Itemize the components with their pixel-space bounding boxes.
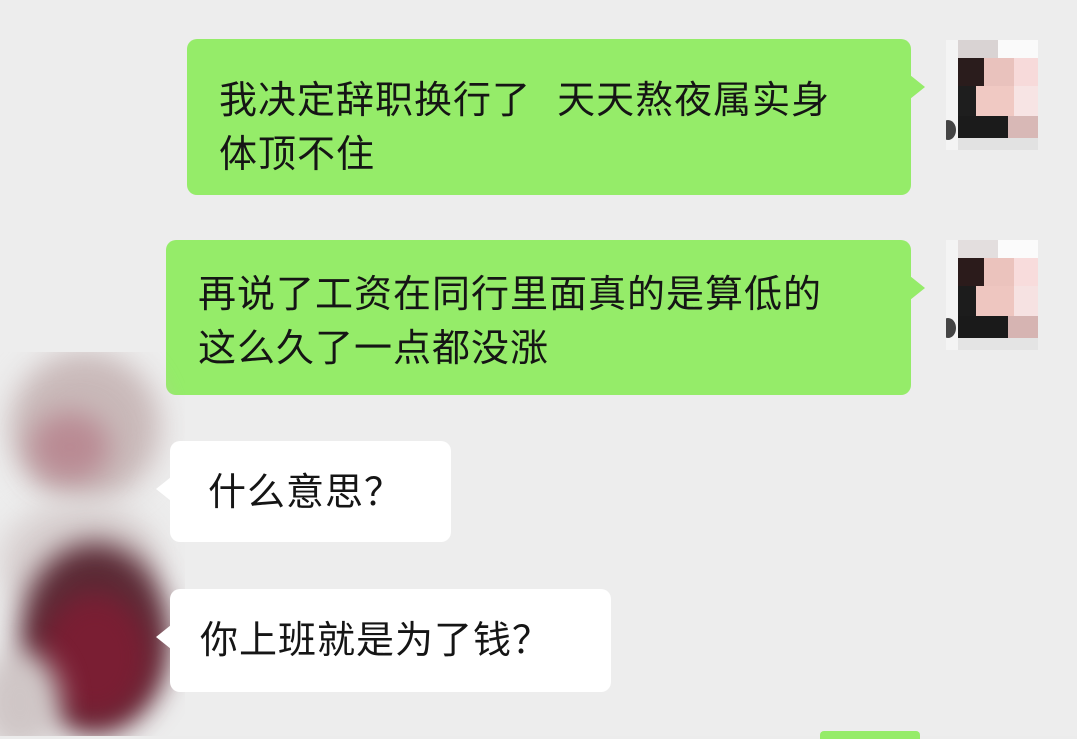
contact-avatar[interactable] bbox=[0, 352, 185, 736]
message-bubble-outgoing[interactable]: 再说了工资在同行里面真的是算低的 这么久了一点都没涨 bbox=[166, 240, 925, 395]
message-bubble-incoming[interactable]: 什么意思？ bbox=[156, 441, 451, 542]
message-bubble-incoming[interactable]: 你上班就是为了钱？ bbox=[156, 589, 611, 692]
self-avatar[interactable] bbox=[946, 240, 1038, 350]
message-bubble-partial bbox=[820, 731, 920, 739]
message-bubble-outgoing[interactable]: 我决定辞职换行了 天天熬夜属实身 体顶不住 bbox=[187, 39, 925, 195]
self-avatar[interactable] bbox=[946, 40, 1038, 150]
chat-area: 我决定辞职换行了 天天熬夜属实身 体顶不住 再说了工资在同行里面真的是算低的 这… bbox=[0, 0, 1077, 739]
